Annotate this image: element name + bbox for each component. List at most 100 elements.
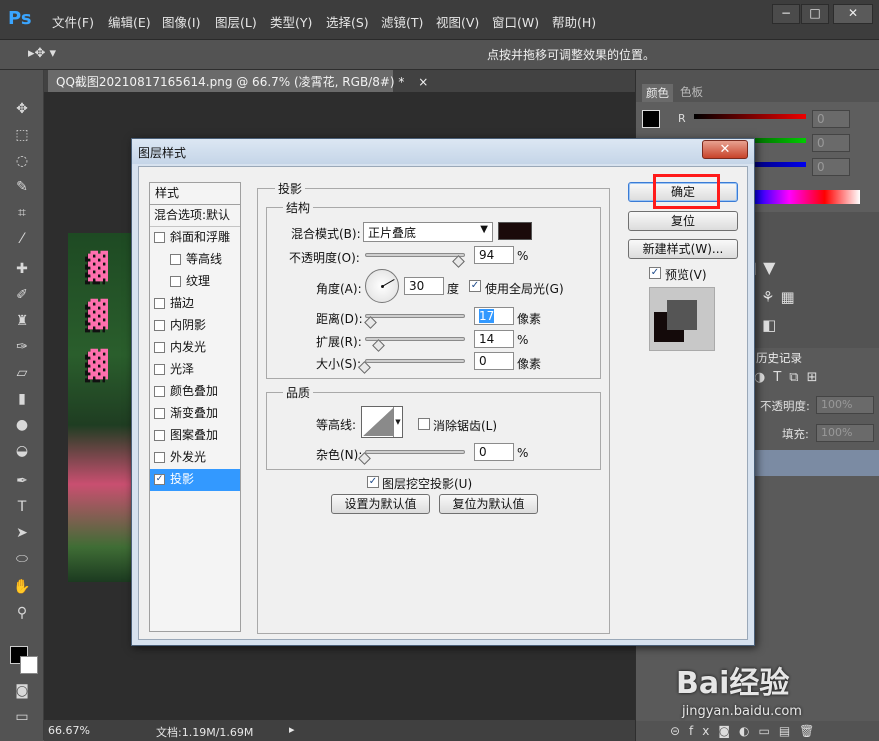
move-tool-icon[interactable]: ▸✥ ▾ — [28, 46, 56, 61]
opacity-slider-track[interactable] — [365, 253, 465, 257]
contour-picker[interactable]: ▼ — [361, 406, 403, 438]
noise-slider-track[interactable] — [365, 450, 465, 454]
eyedropper-tool-icon[interactable]: ⁄ — [12, 230, 32, 248]
distance-slider-track[interactable] — [365, 314, 465, 318]
style-item[interactable]: 纹理 — [150, 271, 240, 293]
screen-mode-icon[interactable]: ▭ — [12, 708, 32, 726]
reset-default-button[interactable]: 复位为默认值 — [439, 494, 538, 514]
menu-edit[interactable]: 编辑(E) — [108, 12, 151, 31]
style-item[interactable]: 内发光 — [150, 337, 240, 359]
blend-options-item[interactable]: 混合选项:默认 — [150, 205, 240, 227]
style-item[interactable]: 斜面和浮雕 — [150, 227, 240, 249]
style-item-checkbox[interactable] — [154, 342, 165, 353]
blend-mode-select[interactable]: 正片叠底 ▼ — [363, 222, 493, 242]
path-select-icon[interactable]: ➤ — [12, 524, 32, 542]
menu-layer[interactable]: 图层(L) — [215, 12, 257, 31]
angle-field[interactable]: 30 — [404, 277, 444, 295]
green-value[interactable]: 0 — [812, 134, 850, 152]
dodge-tool-icon[interactable]: ◒ — [12, 442, 32, 460]
status-menu-arrow-icon[interactable]: ▸ — [289, 723, 295, 736]
set-default-button[interactable]: 设置为默认值 — [331, 494, 430, 514]
tab-history[interactable]: 历史记录 — [756, 350, 802, 366]
new-style-button[interactable]: 新建样式(W)... — [628, 239, 738, 259]
tab-color[interactable]: 颜色 — [642, 84, 673, 102]
size-field[interactable]: 0 — [474, 352, 514, 370]
style-item[interactable]: 描边 — [150, 293, 240, 315]
maximize-button[interactable]: □ — [801, 4, 829, 24]
global-light-checkbox[interactable]: ✓ — [469, 280, 481, 292]
style-item-checkbox[interactable] — [154, 408, 165, 419]
menu-view[interactable]: 视图(V) — [436, 12, 479, 31]
marquee-tool-icon[interactable]: ⬚ — [12, 126, 32, 144]
style-item-checkbox[interactable]: ✓ — [154, 474, 165, 485]
quick-select-tool-icon[interactable]: ✎ — [12, 178, 32, 196]
window-close-button[interactable]: ✕ — [833, 4, 873, 24]
layer-fill-field[interactable]: 100% — [816, 424, 874, 442]
style-item[interactable]: 等高线 — [150, 249, 240, 271]
style-item[interactable]: 内阴影 — [150, 315, 240, 337]
style-item-checkbox[interactable] — [170, 254, 181, 265]
hand-tool-icon[interactable]: ✋ — [12, 578, 32, 596]
move-tool-icon[interactable]: ✥ — [12, 100, 32, 118]
style-item-checkbox[interactable] — [154, 386, 165, 397]
tab-swatches[interactable]: 色板 — [680, 84, 703, 100]
lasso-tool-icon[interactable]: ◌ — [12, 152, 32, 170]
style-item[interactable]: 外发光 — [150, 447, 240, 469]
antialias-checkbox[interactable] — [418, 418, 430, 430]
healing-brush-icon[interactable]: ✚ — [12, 260, 32, 278]
menu-help[interactable]: 帮助(H) — [552, 12, 596, 31]
preview-checkbox[interactable]: ✓ — [649, 267, 661, 279]
distance-field[interactable]: 17 — [474, 307, 514, 325]
style-item[interactable]: 渐变叠加 — [150, 403, 240, 425]
clone-stamp-icon[interactable]: ♜ — [12, 312, 32, 330]
eraser-tool-icon[interactable]: ▱ — [12, 364, 32, 382]
style-item[interactable]: 光泽 — [150, 359, 240, 381]
style-item-checkbox[interactable] — [154, 232, 165, 243]
style-item-checkbox[interactable] — [154, 320, 165, 331]
type-tool-icon[interactable]: T — [12, 498, 32, 516]
style-item[interactable]: 颜色叠加 — [150, 381, 240, 403]
background-color-swatch[interactable] — [20, 656, 38, 674]
menu-type[interactable]: 类型(Y) — [270, 12, 312, 31]
document-tab[interactable]: QQ截图20210817165614.png @ 66.7% (凌霄花, RGB… — [48, 70, 428, 92]
menu-window[interactable]: 窗口(W) — [492, 12, 539, 31]
zoom-tool-icon[interactable]: ⚲ — [12, 604, 32, 622]
style-item-checkbox[interactable] — [154, 298, 165, 309]
style-item-checkbox[interactable] — [154, 364, 165, 375]
quick-mask-icon[interactable]: ◙ — [12, 682, 32, 700]
menu-filter[interactable]: 滤镜(T) — [381, 12, 423, 31]
dialog-close-button[interactable]: ✕ — [702, 140, 748, 159]
layer-opacity-field[interactable]: 100% — [816, 396, 874, 414]
crop-tool-icon[interactable]: ⌗ — [12, 204, 32, 222]
brush-tool-icon[interactable]: ✐ — [12, 286, 32, 304]
document-tab-close-icon[interactable]: × — [418, 75, 428, 89]
style-item[interactable]: 图案叠加 — [150, 425, 240, 447]
knockout-checkbox[interactable]: ✓ — [367, 476, 379, 488]
panel-foreground-swatch[interactable] — [642, 110, 660, 128]
style-item[interactable]: ✓ 投影 — [150, 469, 240, 491]
size-slider-track[interactable] — [365, 359, 465, 363]
red-slider[interactable] — [694, 114, 806, 119]
spread-field[interactable]: 14 — [474, 330, 514, 348]
gradient-tool-icon[interactable]: ▮ — [12, 390, 32, 408]
menu-image[interactable]: 图像(I) — [162, 12, 200, 31]
style-item-checkbox[interactable] — [154, 430, 165, 441]
style-item-checkbox[interactable] — [170, 276, 181, 287]
minimize-button[interactable]: − — [772, 4, 800, 24]
red-value[interactable]: 0 — [812, 110, 850, 128]
history-brush-icon[interactable]: ✑ — [12, 338, 32, 356]
style-item-checkbox[interactable] — [154, 452, 165, 463]
noise-field[interactable]: 0 — [474, 443, 514, 461]
shape-tool-icon[interactable]: ⬭ — [12, 550, 32, 568]
zoom-level[interactable]: 66.67% — [48, 724, 90, 737]
opacity-field[interactable]: 94 — [474, 246, 514, 264]
blur-tool-icon[interactable]: ● — [12, 416, 32, 434]
blue-value[interactable]: 0 — [812, 158, 850, 176]
angle-dial[interactable] — [365, 269, 399, 303]
layer-filter-icons[interactable]: ◑T⧉⊞ — [754, 370, 825, 385]
dialog-titlebar[interactable]: 图层样式 ✕ — [132, 139, 754, 164]
shadow-color-swatch[interactable] — [498, 222, 532, 240]
pen-tool-icon[interactable]: ✒ — [12, 472, 32, 490]
menu-select[interactable]: 选择(S) — [326, 12, 369, 31]
selected-layer-row[interactable] — [754, 450, 879, 476]
